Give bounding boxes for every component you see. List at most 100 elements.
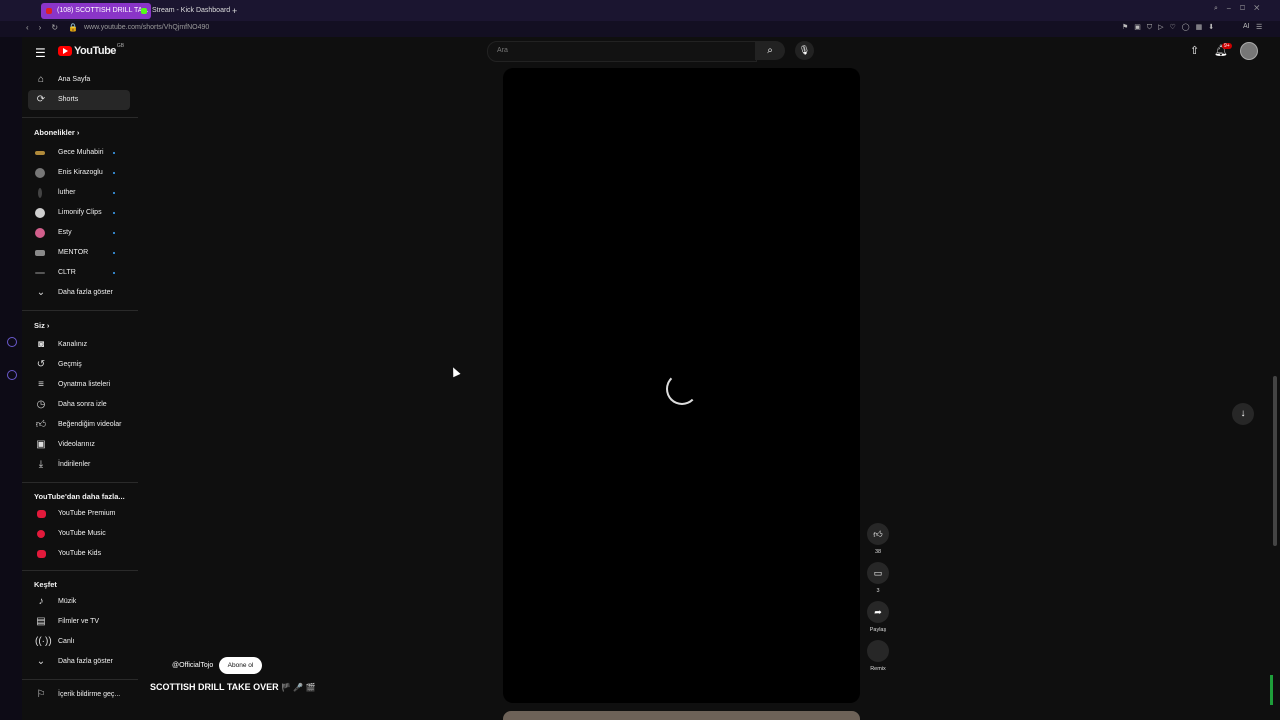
page-scrollbar[interactable] <box>1273 376 1277 546</box>
new-content-dot <box>113 172 115 174</box>
divider <box>22 310 138 311</box>
ai-button[interactable]: AI <box>1243 23 1250 30</box>
youtube-premium-icon <box>37 510 46 518</box>
sidebar-item-subscription[interactable]: MENTOR <box>28 243 130 263</box>
status-indicator <box>1270 675 1273 705</box>
next-short-preview[interactable] <box>503 711 860 720</box>
menu-icon[interactable]: ☰ <box>1256 23 1262 31</box>
sidebar-item-youtube-premium[interactable]: YouTube Premium <box>28 504 130 524</box>
new-content-dot <box>113 272 115 274</box>
sidebar-item-liked-videos[interactable]: 👍︎ Beğendiğim videolar <box>28 415 130 435</box>
address-bar: ‹›↻🔒 www.youtube.com/shorts/VhQjmfNO490 … <box>0 21 1280 37</box>
browser-side-strip <box>0 37 22 720</box>
sidebar-item-playlists[interactable]: ≡ Oynatma listeleri <box>28 375 130 395</box>
chevron-down-icon: ⌄ <box>36 287 46 298</box>
channel-avatar <box>38 188 42 198</box>
comment-count: 3 <box>876 588 880 594</box>
sidebar-show-more[interactable]: ⌄ Daha fazla göster <box>28 283 130 303</box>
film-icon: ▤ <box>36 616 46 627</box>
sidebar-explore-show-more[interactable]: ⌄ Daha fazla göster <box>28 652 130 672</box>
notifications-badge: 9+ <box>1222 43 1232 49</box>
sidebar-item-downloads[interactable]: ⤓ İndirilenler <box>28 455 130 475</box>
shorts-icon: ⟳ <box>36 94 46 105</box>
microphone-icon: 🎙︎ <box>798 45 811 55</box>
sidebar-item-your-channel[interactable]: ◙ Kanalınız <box>28 335 130 355</box>
menu-hamburger-icon[interactable]: ☰ <box>35 46 46 60</box>
new-tab-button[interactable]: + <box>228 3 241 19</box>
search-input[interactable]: Ara <box>487 41 757 62</box>
share-icon: ➦ <box>874 607 882 617</box>
sidebar-item-report[interactable]: ⚐ İçerik bildirme geç... <box>28 685 130 705</box>
download-icon: ⤓ <box>38 459 44 470</box>
short-title: SCOTTISH DRILL TAKE OVER 🏴 🎤 🎬 <box>150 682 316 692</box>
remix-label: Remix <box>870 666 886 672</box>
sidebar-app-icon[interactable] <box>7 370 17 380</box>
new-content-dot <box>113 232 115 234</box>
youtube-play-icon <box>58 46 72 56</box>
divider <box>22 482 138 483</box>
youtube-sidebar: ☰ YouTube GB ⌂ Ana Sayfa ⟳ Shorts Abonel… <box>22 37 140 720</box>
channel-avatar <box>35 272 45 274</box>
sidebar-item-music[interactable]: ♪ Müzik <box>28 592 130 612</box>
window-controls[interactable]: ⌕–▢✕ <box>1214 5 1268 13</box>
extension-icons[interactable]: ⚑▣⛉▷♡◯▦⬇ <box>1122 23 1220 32</box>
comment-icon: ▭ <box>873 568 883 578</box>
new-content-dot <box>113 152 115 154</box>
channel-avatar <box>35 151 45 155</box>
flag-icon: ⚐ <box>36 689 46 700</box>
new-content-dot <box>113 252 115 254</box>
sidebar-item-live[interactable]: ((·)) Canlı <box>28 632 130 652</box>
channel-avatar <box>35 168 45 178</box>
clock-icon: ◷ <box>36 399 46 410</box>
divider <box>22 679 138 680</box>
sidebar-item-films-tv[interactable]: ▤ Filmler ve TV <box>28 612 130 632</box>
url-field[interactable]: www.youtube.com/shorts/VhQjmfNO490 <box>84 24 209 31</box>
sidebar-item-subscription[interactable]: luther <box>28 183 130 203</box>
sidebar-item-shorts[interactable]: ⟳ Shorts <box>28 90 130 110</box>
thumbs-up-icon: 👍︎ <box>873 529 883 539</box>
next-short-button[interactable]: ↓ <box>1232 403 1254 425</box>
sidebar-item-youtube-music[interactable]: YouTube Music <box>28 524 130 544</box>
youtube-music-icon <box>37 530 45 538</box>
subscribe-button[interactable]: Abone ol <box>219 657 262 674</box>
subscriptions-heading[interactable]: Abonelikler › <box>34 128 79 137</box>
sidebar-item-youtube-kids[interactable]: YouTube Kids <box>28 544 130 564</box>
user-avatar[interactable] <box>1240 42 1258 60</box>
comments-button[interactable]: ▭ <box>867 562 889 584</box>
channel-avatar <box>35 208 45 218</box>
nav-buttons[interactable]: ‹›↻🔒 <box>26 23 88 32</box>
sidebar-item-watch-later[interactable]: ◷ Daha sonra izle <box>28 395 130 415</box>
tab-youtube[interactable]: (108) SCOTTISH DRILL TA... <box>41 3 151 19</box>
browser-tab-bar: (108) SCOTTISH DRILL TA... Stream - Kick… <box>0 0 1280 21</box>
new-content-dot <box>113 212 115 214</box>
like-icon: 👍︎ <box>35 419 47 430</box>
sidebar-app-icon[interactable] <box>7 337 17 347</box>
sidebar-item-subscription[interactable]: Enis Kirazoglu <box>28 163 130 183</box>
like-button[interactable]: 👍︎ <box>867 523 889 545</box>
sidebar-item-subscription[interactable]: Limonify Clips <box>28 203 130 223</box>
mouse-cursor <box>449 365 461 378</box>
search-icon: ⌕ <box>767 45 773 56</box>
sidebar-item-your-videos[interactable]: ▣ Videolarınız <box>28 435 130 455</box>
channel-icon: ◙ <box>37 339 45 350</box>
channel-avatar <box>35 250 45 256</box>
remix-button[interactable] <box>867 640 889 662</box>
search-button[interactable]: ⌕ <box>755 41 785 60</box>
divider <box>22 117 138 118</box>
sidebar-item-home[interactable]: ⌂ Ana Sayfa <box>28 70 130 90</box>
tab-kick-dashboard[interactable]: Stream - Kick Dashboard <box>136 3 236 19</box>
channel-avatar <box>35 228 45 238</box>
sidebar-item-subscription[interactable]: Esty <box>28 223 130 243</box>
live-icon: ((·)) <box>35 636 52 647</box>
sidebar-item-history[interactable]: ↺ Geçmiş <box>28 355 130 375</box>
share-button[interactable]: ➦ <box>867 601 889 623</box>
channel-handle[interactable]: @OfficialTojo <box>172 662 213 669</box>
sidebar-item-subscription[interactable]: CLTR <box>28 263 130 283</box>
upload-icon[interactable]: ⇧ <box>1190 44 1199 57</box>
voice-search-button[interactable]: 🎙︎ <box>795 41 814 60</box>
loading-spinner <box>666 373 698 405</box>
sidebar-item-subscription[interactable]: Gece Muhabiri <box>28 143 130 163</box>
youtube-logo[interactable]: YouTube GB <box>58 43 124 57</box>
new-content-dot <box>113 192 115 194</box>
you-heading[interactable]: Siz › <box>34 321 49 330</box>
